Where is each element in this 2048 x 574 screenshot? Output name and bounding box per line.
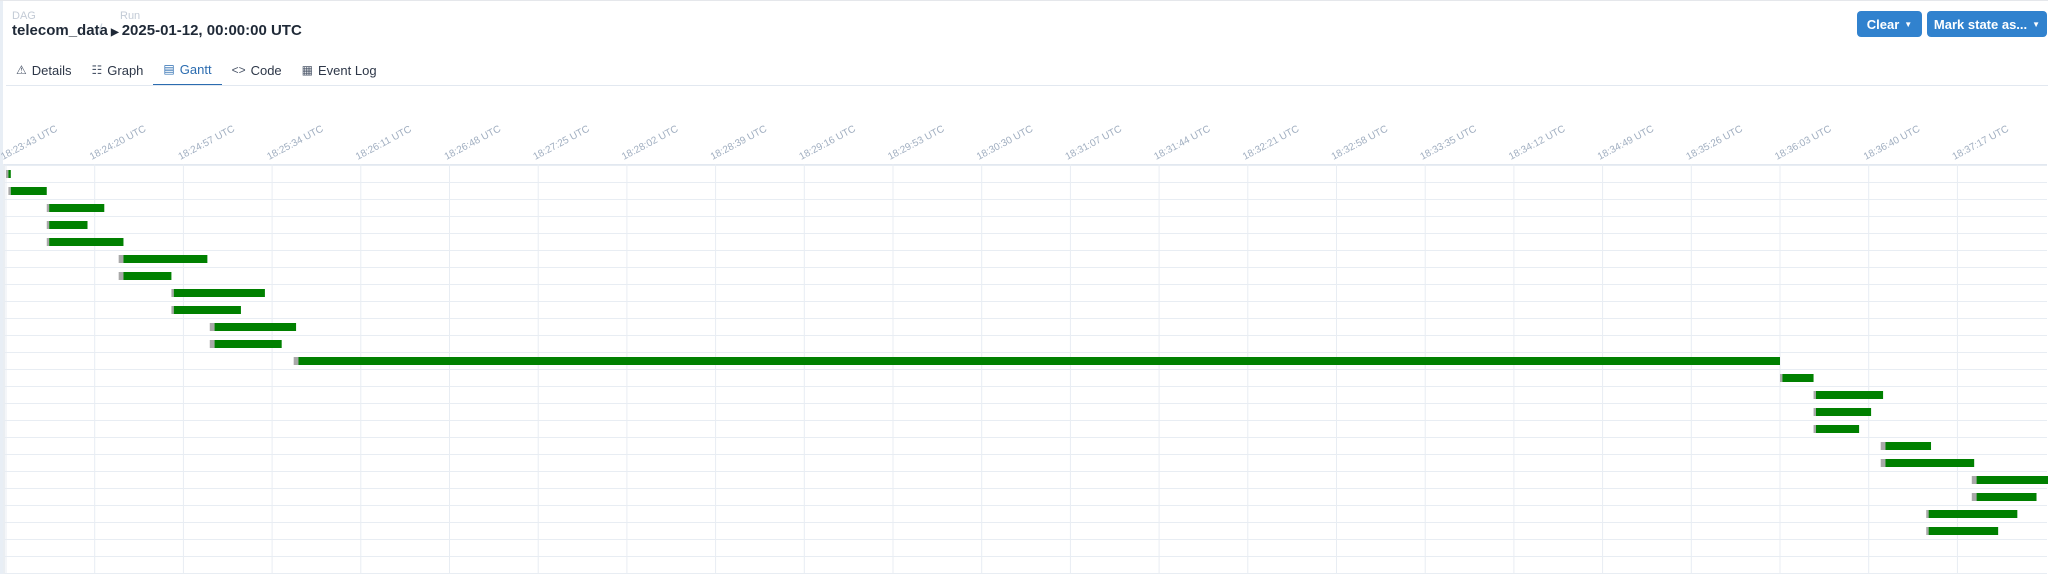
gantt-task-bar[interactable] xyxy=(49,221,88,229)
gantt-queued-bar[interactable] xyxy=(293,357,299,365)
gantt-queued-bar[interactable] xyxy=(46,204,50,212)
gantt-queued-bar[interactable] xyxy=(6,170,9,178)
gantt-task-bar[interactable] xyxy=(173,306,241,314)
gantt-tick-label: 18:23:43 UTC xyxy=(0,124,59,163)
gantt-queued-bar[interactable] xyxy=(1813,408,1816,416)
gantt-tick-label: 18:28:02 UTC xyxy=(620,124,680,163)
gantt-task-bar[interactable] xyxy=(214,323,297,331)
gantt-queued-bar[interactable] xyxy=(46,238,50,246)
gantt-tick-label: 18:26:48 UTC xyxy=(443,124,503,163)
gantt-task-bar[interactable] xyxy=(10,187,47,195)
gantt-task-bar[interactable] xyxy=(1885,442,1932,450)
gantt-tick-label: 18:31:07 UTC xyxy=(1064,124,1124,163)
gantt-queued-bar[interactable] xyxy=(1880,442,1886,450)
gantt-tick-label: 18:27:25 UTC xyxy=(531,124,591,163)
gantt-task-bar[interactable] xyxy=(1976,493,2037,501)
gantt-task-bar[interactable] xyxy=(1815,425,1860,433)
gantt-task-bar[interactable] xyxy=(1928,527,1999,535)
gantt-task-bar[interactable] xyxy=(49,204,105,212)
gantt-queued-bar[interactable] xyxy=(1971,476,1977,484)
gantt-tick-label: 18:25:34 UTC xyxy=(265,124,325,163)
gantt-tick-label: 18:36:40 UTC xyxy=(1862,124,1922,163)
gantt-tick-label: 18:36:03 UTC xyxy=(1773,124,1833,163)
gantt-chart: 18:23:43 UTC 18:24:20 UTC 18:24:57 UTC 18:2… xyxy=(0,124,2048,574)
gantt-task-bar[interactable] xyxy=(1815,408,1872,416)
gantt-tick-label: 18:26:11 UTC xyxy=(354,124,413,163)
gantt-tick-label: 18:34:49 UTC xyxy=(1596,124,1656,163)
gantt-tick-label: 18:29:16 UTC xyxy=(798,124,858,163)
gantt-queued-bar[interactable] xyxy=(8,187,11,195)
gantt-tick-label: 18:32:21 UTC xyxy=(1241,124,1301,163)
gantt-task-bar[interactable] xyxy=(1885,459,1975,467)
gantt-tick-label: 18:30:30 UTC xyxy=(975,124,1035,163)
gantt-tick-label: 18:31:44 UTC xyxy=(1152,124,1212,163)
gantt-queued-bar[interactable] xyxy=(209,323,215,331)
gantt-queued-bar[interactable] xyxy=(46,221,50,229)
gantt-tick-label: 18:37:17 UTC xyxy=(1951,124,2011,163)
gantt-queued-bar[interactable] xyxy=(171,306,174,314)
gantt-tick-label: 18:24:20 UTC xyxy=(88,124,148,163)
gantt-queued-bar[interactable] xyxy=(209,340,215,348)
gantt-task-bar[interactable] xyxy=(173,289,265,297)
gantt-queued-bar[interactable] xyxy=(171,289,174,297)
gantt-tick-label: 18:24:57 UTC xyxy=(177,124,237,163)
gantt-tick-label: 18:29:53 UTC xyxy=(886,124,946,163)
gantt-tick-label: 18:34:12 UTC xyxy=(1507,124,1567,163)
gantt-task-bar[interactable] xyxy=(8,170,11,178)
gantt-queued-bar[interactable] xyxy=(1780,374,1783,382)
gantt-tick-label: 18:33:35 UTC xyxy=(1418,124,1478,163)
gantt-task-bar[interactable] xyxy=(1782,374,1814,382)
gantt-queued-bar[interactable] xyxy=(1971,493,1977,501)
gantt-queued-bar[interactable] xyxy=(1926,510,1929,518)
gantt-task-bar[interactable] xyxy=(1928,510,2018,518)
gantt-task-bar[interactable] xyxy=(1976,476,2048,484)
gantt-tick-label: 18:28:39 UTC xyxy=(709,124,769,163)
gantt-queued-bar[interactable] xyxy=(1926,527,1929,535)
gantt-queued-bar[interactable] xyxy=(1813,425,1816,433)
gantt-queued-bar[interactable] xyxy=(118,272,124,280)
gantt-tick-label: 18:35:26 UTC xyxy=(1685,124,1745,163)
gantt-task-bar[interactable] xyxy=(49,238,124,246)
gantt-task-bar[interactable] xyxy=(123,255,208,263)
gantt-tick-label: 18:32:58 UTC xyxy=(1330,124,1390,163)
gantt-task-bar[interactable] xyxy=(298,357,1781,365)
gantt-queued-bar[interactable] xyxy=(1813,391,1816,399)
gantt-task-bar[interactable] xyxy=(123,272,172,280)
gantt-task-bar[interactable] xyxy=(1815,391,1884,399)
gantt-task-bar[interactable] xyxy=(214,340,282,348)
gantt-queued-bar[interactable] xyxy=(1880,459,1886,467)
gantt-queued-bar[interactable] xyxy=(118,255,124,263)
